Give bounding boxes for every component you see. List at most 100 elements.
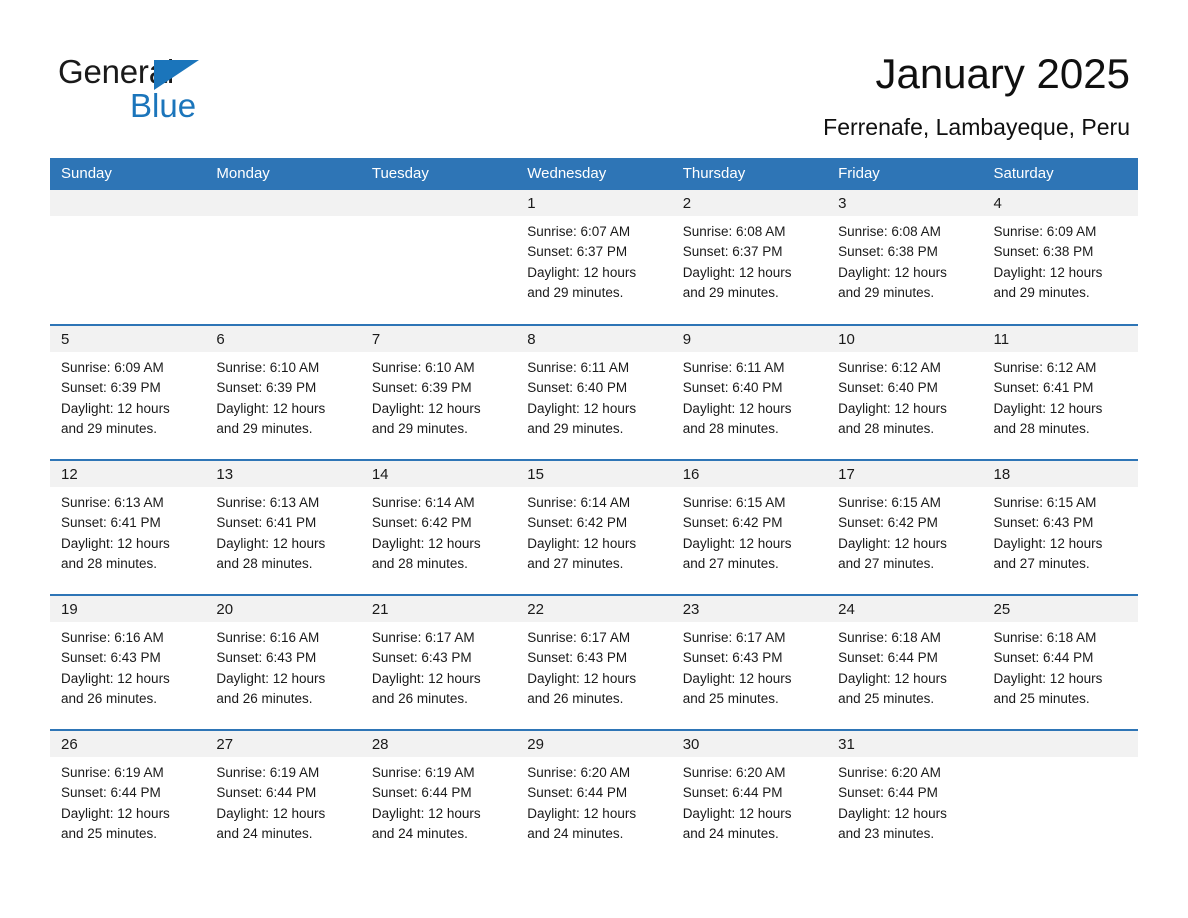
day-details: Sunrise: 6:14 AM Sunset: 6:42 PM Daylight:… <box>361 487 516 574</box>
general-blue-logo[interactable]: General Blue <box>58 52 398 132</box>
calendar-day-cell[interactable]: 31 Sunrise: 6:20 AM Sunset: 6:44 PM Dayligh… <box>827 729 983 865</box>
day-details: Sunrise: 6:19 AM Sunset: 6:44 PM Daylight:… <box>361 757 516 844</box>
day-sunrise-text: Sunrise: 6:19 AM <box>216 765 320 780</box>
day-details: Sunrise: 6:17 AM Sunset: 6:43 PM Daylight:… <box>361 622 516 709</box>
calendar-week-row: 5 Sunrise: 6:09 AM Sunset: 6:39 PM Daylight… <box>50 324 1138 460</box>
calendar-header-row: Sunday Monday Tuesday Wednesday Thursday… <box>50 158 1138 190</box>
calendar-day-cell[interactable]: 7 Sunrise: 6:10 AM Sunset: 6:39 PM Daylight… <box>360 324 517 460</box>
day-number: 18 <box>982 461 1138 487</box>
day-sunrise-text: Sunrise: 6:20 AM <box>682 765 786 780</box>
day-details: Sunrise: 6:20 AM Sunset: 6:44 PM Daylight:… <box>827 757 982 844</box>
day-number: 23 <box>671 596 828 622</box>
day-number: 14 <box>360 461 517 487</box>
day-number: 25 <box>982 596 1138 622</box>
day-sunrise-text: Sunrise: 6:15 AM <box>993 495 1097 510</box>
day-details: Sunrise: 6:15 AM Sunset: 6:43 PM Daylight:… <box>983 487 1138 574</box>
calendar-week-row: 19 Sunrise: 6:16 AM Sunset: 6:43 PM Dayligh… <box>50 594 1138 730</box>
day-daylight-line-text: and 29 minutes. <box>371 420 468 436</box>
calendar-day-cell[interactable]: 17 Sunrise: 6:15 AM Sunset: 6:42 PM Dayligh… <box>827 459 983 595</box>
day-number <box>982 731 1138 757</box>
weekday-header-tuesday: Tuesday <box>360 158 517 190</box>
calendar-day-cell[interactable]: 18 Sunrise: 6:15 AM Sunset: 6:43 PM Dayligh… <box>982 459 1138 595</box>
calendar-day-cell[interactable]: 15 Sunrise: 6:14 AM Sunset: 6:42 PM Dayligh… <box>516 459 672 595</box>
calendar-day-cell[interactable]: 20 Sunrise: 6:16 AM Sunset: 6:43 PM Dayligh… <box>205 594 361 730</box>
day-details: Sunrise: 6:15 AM Sunset: 6:42 PM Daylight:… <box>827 487 982 574</box>
calendar-day-cell[interactable]: 6 Sunrise: 6:10 AM Sunset: 6:39 PM Daylight… <box>205 324 361 460</box>
day-daylight-line-text: Daylight: 12 hours <box>371 535 481 551</box>
day-sunset-text: Sunset: 6:40 PM <box>527 380 628 396</box>
day-details: Sunrise: 6:11 AM Sunset: 6:40 PM Daylight:… <box>672 352 827 439</box>
day-sunrise-text: Sunrise: 6:19 AM <box>371 765 475 780</box>
calendar-day-cell-empty <box>360 190 517 325</box>
calendar-day-cell[interactable]: 11 Sunrise: 6:12 AM Sunset: 6:41 PM Dayligh… <box>982 324 1138 460</box>
calendar-day-cell[interactable]: 5 Sunrise: 6:09 AM Sunset: 6:39 PM Daylight… <box>50 324 206 460</box>
day-sunrise-text: Sunrise: 6:13 AM <box>216 495 320 510</box>
weekday-header-saturday: Saturday <box>982 158 1138 190</box>
calendar-day-cell[interactable]: 19 Sunrise: 6:16 AM Sunset: 6:43 PM Dayligh… <box>50 594 206 730</box>
day-number: 11 <box>982 326 1138 352</box>
calendar-week-row: 26 Sunrise: 6:19 AM Sunset: 6:44 PM Dayligh… <box>50 729 1138 865</box>
calendar-day-cell[interactable]: 22 Sunrise: 6:17 AM Sunset: 6:43 PM Dayligh… <box>516 594 672 730</box>
day-daylight-line-text: Daylight: 12 hours <box>838 264 947 280</box>
day-sunset-text: Sunset: 6:43 PM <box>682 650 783 666</box>
calendar-day-cell[interactable]: 25 Sunrise: 6:18 AM Sunset: 6:44 PM Dayligh… <box>982 594 1138 730</box>
day-details: Sunrise: 6:16 AM Sunset: 6:43 PM Daylight:… <box>205 622 360 709</box>
calendar-day-cell[interactable]: 4 Sunrise: 6:09 AM Sunset: 6:38 PM Daylight… <box>982 190 1138 325</box>
day-details: Sunrise: 6:09 AM Sunset: 6:39 PM Daylight:… <box>50 352 205 439</box>
page-title: January 2025 <box>875 50 1130 97</box>
calendar-day-cell[interactable]: 3 Sunrise: 6:08 AM Sunset: 6:38 PM Daylight… <box>827 190 983 325</box>
day-daylight-line-text: Daylight: 12 hours <box>993 400 1103 416</box>
calendar-table: Sunday Monday Tuesday Wednesday Thursday… <box>50 158 1138 865</box>
day-sunset-text: Sunset: 6:44 PM <box>993 650 1094 666</box>
day-number: 19 <box>50 596 206 622</box>
day-sunrise-text: Sunrise: 6:10 AM <box>371 360 475 375</box>
day-daylight-line-text: Daylight: 12 hours <box>527 400 637 416</box>
day-sunrise-text: Sunrise: 6:14 AM <box>371 495 475 510</box>
day-sunset-text: Sunset: 6:38 PM <box>993 244 1094 260</box>
day-daylight-line-text: Daylight: 12 hours <box>61 805 170 821</box>
day-number: 20 <box>205 596 361 622</box>
day-daylight-line-text: Daylight: 12 hours <box>61 535 170 551</box>
calendar-day-cell[interactable]: 24 Sunrise: 6:18 AM Sunset: 6:44 PM Dayligh… <box>827 594 983 730</box>
day-sunset-text: Sunset: 6:43 PM <box>61 650 161 666</box>
day-details: Sunrise: 6:19 AM Sunset: 6:44 PM Daylight:… <box>50 757 205 844</box>
day-details: Sunrise: 6:14 AM Sunset: 6:42 PM Daylight:… <box>516 487 671 574</box>
calendar-day-cell-empty <box>205 190 361 325</box>
day-number: 24 <box>827 596 983 622</box>
calendar-day-cell[interactable]: 21 Sunrise: 6:17 AM Sunset: 6:43 PM Dayligh… <box>360 594 517 730</box>
calendar-day-cell[interactable]: 13 Sunrise: 6:13 AM Sunset: 6:41 PM Dayligh… <box>205 459 361 595</box>
calendar-day-cell[interactable]: 30 Sunrise: 6:20 AM Sunset: 6:44 PM Dayligh… <box>671 729 828 865</box>
calendar-day-cell[interactable]: 10 Sunrise: 6:12 AM Sunset: 6:40 PM Dayligh… <box>827 324 983 460</box>
calendar-day-cell[interactable]: 2 Sunrise: 6:08 AM Sunset: 6:37 PM Daylight… <box>671 190 828 325</box>
day-daylight-line-text: Daylight: 12 hours <box>61 400 170 416</box>
calendar-day-cell[interactable]: 14 Sunrise: 6:14 AM Sunset: 6:42 PM Dayligh… <box>360 459 517 595</box>
calendar-day-cell[interactable]: 9 Sunrise: 6:11 AM Sunset: 6:40 PM Daylight… <box>671 324 828 460</box>
calendar-day-cell[interactable]: 26 Sunrise: 6:19 AM Sunset: 6:44 PM Dayligh… <box>50 729 206 865</box>
day-details: Sunrise: 6:17 AM Sunset: 6:43 PM Daylight:… <box>672 622 827 709</box>
calendar-day-cell[interactable]: 29 Sunrise: 6:20 AM Sunset: 6:44 PM Dayligh… <box>516 729 672 865</box>
day-sunrise-text: Sunrise: 6:18 AM <box>993 630 1097 645</box>
day-number: 2 <box>671 190 828 216</box>
calendar-day-cell[interactable]: 8 Sunrise: 6:11 AM Sunset: 6:40 PM Daylight… <box>516 324 672 460</box>
calendar-day-cell[interactable]: 1 Sunrise: 6:07 AM Sunset: 6:37 PM Daylight… <box>516 190 672 325</box>
calendar-day-cell[interactable]: 16 Sunrise: 6:15 AM Sunset: 6:42 PM Dayligh… <box>671 459 828 595</box>
day-number: 13 <box>205 461 361 487</box>
day-sunrise-text: Sunrise: 6:17 AM <box>371 630 475 645</box>
day-details: Sunrise: 6:09 AM Sunset: 6:38 PM Daylight:… <box>983 216 1138 303</box>
day-sunrise-text: Sunrise: 6:12 AM <box>838 360 941 375</box>
day-number <box>360 190 517 216</box>
day-sunrise-text: Sunrise: 6:17 AM <box>682 630 786 645</box>
day-number: 15 <box>516 461 672 487</box>
calendar-day-cell[interactable]: 27 Sunrise: 6:19 AM Sunset: 6:44 PM Dayligh… <box>205 729 361 865</box>
calendar-day-cell[interactable]: 12 Sunrise: 6:13 AM Sunset: 6:41 PM Dayligh… <box>50 459 206 595</box>
calendar-day-cell[interactable]: 23 Sunrise: 6:17 AM Sunset: 6:43 PM Dayligh… <box>671 594 828 730</box>
day-sunrise-text: Sunrise: 6:07 AM <box>527 224 631 239</box>
day-daylight-line-text: and 28 minutes. <box>371 555 468 571</box>
day-sunrise-text: Sunrise: 6:09 AM <box>993 224 1097 239</box>
weekday-header-thursday: Thursday <box>671 158 828 190</box>
calendar-week-row: 1 Sunrise: 6:07 AM Sunset: 6:37 PM Daylight… <box>50 190 1138 325</box>
day-number: 9 <box>671 326 828 352</box>
day-daylight-line-text: and 24 minutes. <box>216 825 313 841</box>
day-sunset-text: Sunset: 6:42 PM <box>682 515 783 531</box>
calendar-day-cell[interactable]: 28 Sunrise: 6:19 AM Sunset: 6:44 PM Dayligh… <box>360 729 517 865</box>
